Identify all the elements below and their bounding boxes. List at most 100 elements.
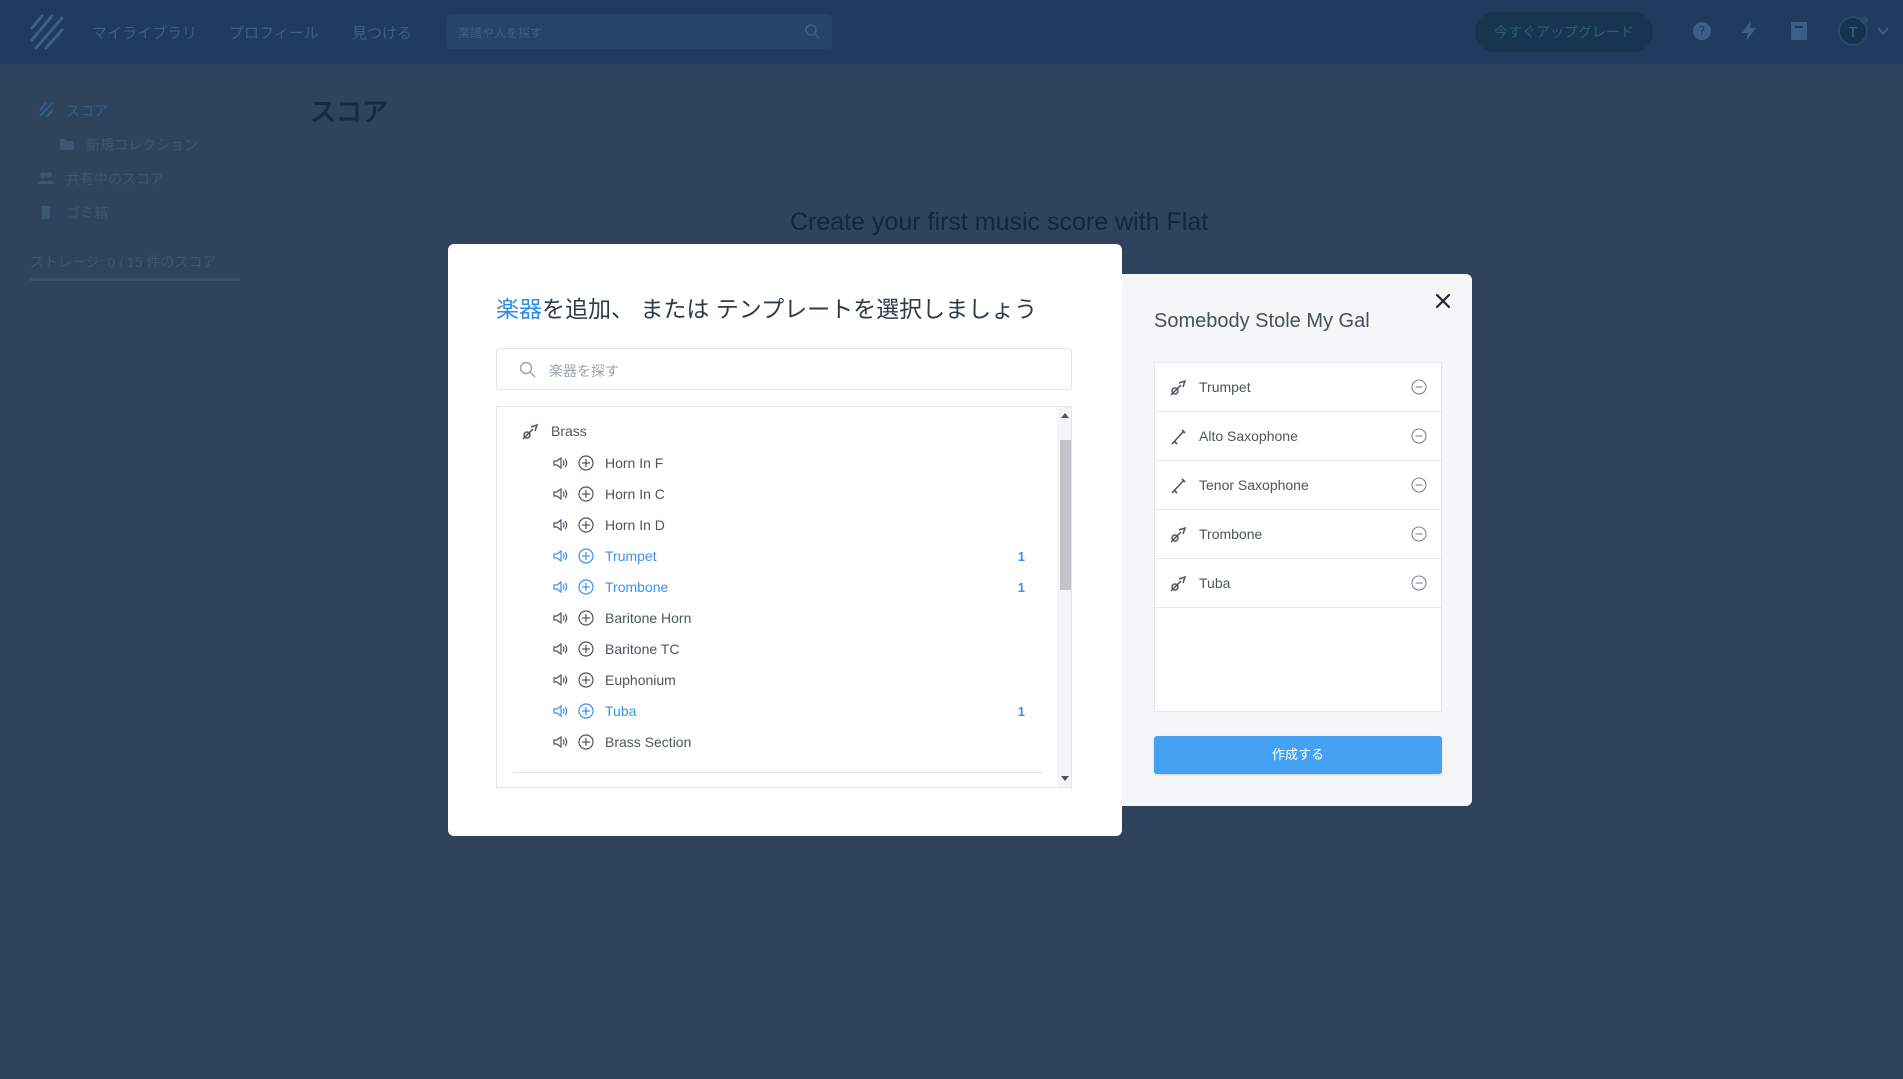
- remove-circle-icon[interactable]: [1411, 526, 1427, 542]
- template-link[interactable]: テンプレート: [716, 296, 853, 322]
- flat-logo-icon[interactable]: [30, 14, 64, 50]
- speaker-icon[interactable]: [553, 673, 569, 687]
- title-middle-text: を追加、 または: [542, 296, 716, 322]
- selected-instrument-row[interactable]: Alto Saxophone: [1155, 412, 1441, 461]
- speaker-icon[interactable]: [553, 704, 569, 718]
- page-title: スコア: [310, 97, 389, 127]
- scores-icon: [39, 102, 54, 118]
- selected-instruments-list: Trumpet Alto Saxophone Tenor Saxophone Trom…: [1154, 362, 1442, 712]
- create-button[interactable]: 作成する: [1154, 736, 1442, 774]
- remove-circle-icon[interactable]: [1411, 428, 1427, 444]
- scroll-down-arrow-icon[interactable]: [1061, 776, 1069, 781]
- brass-icon: [1170, 575, 1187, 592]
- notebook-icon[interactable]: [1788, 20, 1810, 42]
- add-circle-icon[interactable]: [578, 703, 594, 719]
- sidebar-item-new-collection[interactable]: 新規コレクション: [86, 135, 198, 155]
- scroll-up-arrow-icon[interactable]: [1061, 413, 1069, 418]
- instrument-search-input[interactable]: 楽器を探す: [496, 348, 1072, 390]
- instrument-row[interactable]: Tuba 1: [553, 700, 1033, 722]
- add-instrument-dialog: 楽器を追加、 または テンプレートを選択しましょう 楽器を探す Brass Ho…: [448, 244, 1122, 836]
- instrument-row[interactable]: Baritone TC: [553, 638, 1033, 660]
- remove-circle-icon[interactable]: [1411, 575, 1427, 591]
- search-icon: [519, 361, 536, 378]
- instrument-name: Baritone TC: [605, 641, 680, 657]
- saxophone-icon: [1171, 429, 1186, 445]
- lightning-icon[interactable]: [1738, 20, 1760, 42]
- speaker-icon[interactable]: [553, 735, 569, 749]
- sidebar-item-trash[interactable]: ゴミ箱: [66, 203, 108, 223]
- selected-instrument-row[interactable]: Trombone: [1155, 510, 1441, 559]
- speaker-icon[interactable]: [553, 487, 569, 501]
- add-circle-icon[interactable]: [578, 734, 594, 750]
- close-icon[interactable]: [1434, 292, 1452, 310]
- speaker-icon[interactable]: [553, 549, 569, 563]
- instrument-list-scrollbar[interactable]: [1057, 407, 1071, 787]
- storage-usage: ストレージ: 0 / 15 件のスコア: [30, 254, 217, 270]
- selected-instrument-name: Tenor Saxophone: [1199, 477, 1309, 493]
- selected-instrument-name: Tuba: [1199, 575, 1231, 591]
- instrument-row[interactable]: Brass Section: [553, 731, 1033, 753]
- people-icon: [38, 172, 54, 184]
- add-circle-icon[interactable]: [578, 455, 594, 471]
- instrument-row[interactable]: Trombone 1: [553, 576, 1033, 598]
- add-circle-icon[interactable]: [578, 672, 594, 688]
- selected-instrument-name: Alto Saxophone: [1199, 428, 1298, 444]
- instrument-name: Baritone Horn: [605, 610, 692, 626]
- top-navigation-bar: マイライブラリ プロフィール 見つける 楽譜や人を探す 今すぐアップグレード ?…: [0, 0, 1903, 64]
- instrument-row[interactable]: Trumpet 1: [553, 545, 1033, 567]
- brass-icon: [1170, 526, 1187, 543]
- add-circle-icon[interactable]: [578, 486, 594, 502]
- nav-my-library[interactable]: マイライブラリ: [92, 22, 197, 43]
- selected-instrument-row[interactable]: Tenor Saxophone: [1155, 461, 1441, 510]
- instrument-name: Trombone: [605, 579, 669, 595]
- instrument-list[interactable]: Brass Horn In F Horn In C Horn In D Trumpet…: [496, 406, 1072, 788]
- global-search-input[interactable]: 楽譜や人を探す: [446, 14, 832, 49]
- instrument-name: Euphonium: [605, 672, 676, 688]
- selected-instrument-name: Trumpet: [1199, 379, 1251, 395]
- speaker-icon[interactable]: [553, 642, 569, 656]
- instruments-link[interactable]: 楽器: [496, 296, 542, 322]
- instrument-count-badge: 1: [1017, 549, 1025, 564]
- instrument-row[interactable]: Baritone Horn: [553, 607, 1033, 629]
- selected-instrument-row[interactable]: Tuba: [1155, 559, 1441, 608]
- upgrade-button[interactable]: 今すぐアップグレード: [1475, 12, 1653, 52]
- instrument-row[interactable]: Horn In D: [553, 514, 1033, 536]
- remove-circle-icon[interactable]: [1411, 477, 1427, 493]
- speaker-icon[interactable]: [553, 580, 569, 594]
- svg-text:?: ?: [1699, 24, 1705, 38]
- sidebar-item-scores[interactable]: スコア: [66, 101, 108, 121]
- search-icon: [805, 24, 820, 39]
- instrument-row[interactable]: Euphonium: [553, 669, 1033, 691]
- instrument-count-badge: 1: [1017, 704, 1025, 719]
- selected-instrument-name: Trombone: [1199, 526, 1263, 542]
- score-title[interactable]: Somebody Stole My Gal: [1154, 310, 1370, 333]
- instrument-search-placeholder: 楽器を探す: [549, 363, 619, 379]
- notification-dot: [1860, 16, 1868, 24]
- instrument-row[interactable]: Horn In F: [553, 452, 1033, 474]
- help-icon[interactable]: ?: [1691, 20, 1713, 42]
- saxophone-icon: [1171, 478, 1186, 494]
- instrument-name: Tuba: [605, 703, 637, 719]
- add-circle-icon[interactable]: [578, 548, 594, 564]
- speaker-icon[interactable]: [553, 456, 569, 470]
- speaker-icon[interactable]: [553, 611, 569, 625]
- add-circle-icon[interactable]: [578, 641, 594, 657]
- selected-instrument-row[interactable]: Trumpet: [1155, 363, 1441, 412]
- add-circle-icon[interactable]: [578, 610, 594, 626]
- nav-discover[interactable]: 見つける: [352, 22, 412, 43]
- add-circle-icon[interactable]: [578, 579, 594, 595]
- instrument-name: Horn In F: [605, 455, 664, 471]
- speaker-icon[interactable]: [553, 518, 569, 532]
- instrument-name: Brass Section: [605, 734, 692, 750]
- scroll-thumb[interactable]: [1060, 440, 1071, 590]
- nav-profile[interactable]: プロフィール: [229, 22, 319, 43]
- folder-plus-icon: [60, 139, 74, 150]
- instrument-row[interactable]: Horn In C: [553, 483, 1033, 505]
- remove-circle-icon[interactable]: [1411, 379, 1427, 395]
- chevron-down-icon[interactable]: [1877, 26, 1889, 36]
- sidebar-item-shared[interactable]: 共有中のスコア: [66, 169, 164, 189]
- brass-icon: [1170, 379, 1187, 396]
- instrument-name: Horn In D: [605, 517, 665, 533]
- empty-state-headline: Create your first music score with Flat: [790, 208, 1209, 236]
- add-circle-icon[interactable]: [578, 517, 594, 533]
